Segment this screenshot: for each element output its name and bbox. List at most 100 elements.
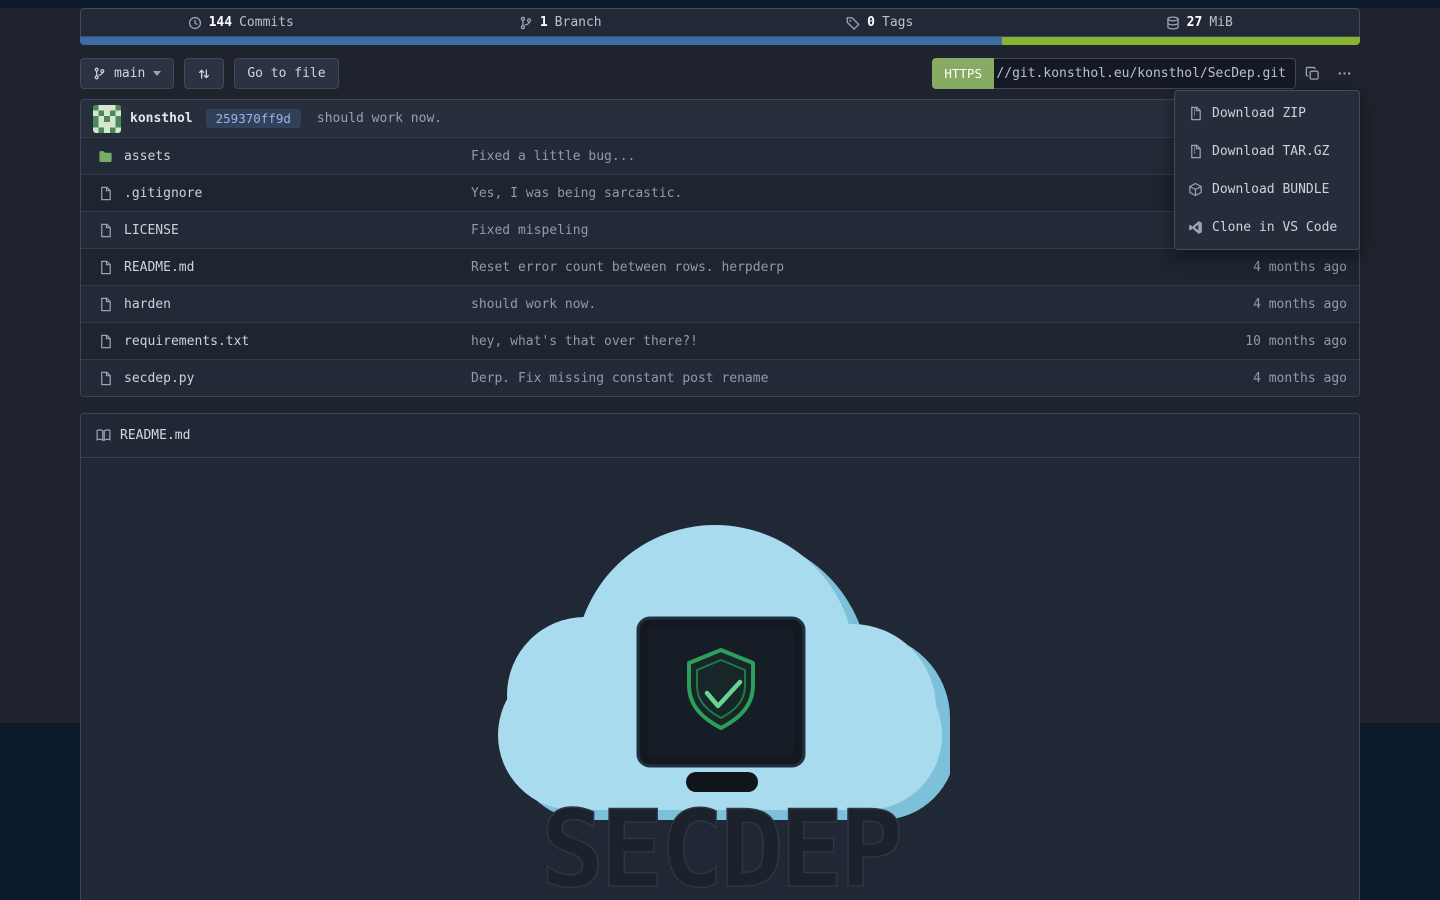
- copy-icon: [1305, 66, 1320, 81]
- bundle-icon: [1188, 182, 1203, 197]
- file-name-cell[interactable]: LICENSE: [81, 223, 471, 238]
- file-name-cell[interactable]: harden: [81, 297, 471, 312]
- download-menu: Download ZIP Download TAR.GZ Download BU…: [1174, 90, 1360, 250]
- file-commit-message[interactable]: Fixed mispeling: [471, 223, 1149, 238]
- stat-branches-label: Branch: [555, 15, 602, 30]
- repo-stats-bar: 144 Commits 1 Branch 0 Tags 27 MiB: [80, 8, 1360, 37]
- stat-size-value: 27: [1187, 15, 1203, 30]
- stat-commits[interactable]: 144 Commits: [81, 15, 401, 30]
- copy-url-button[interactable]: [1296, 58, 1328, 89]
- clone-panel: HTTPS https://git.konsthol.eu/konsthol/S…: [932, 58, 1360, 89]
- file-commit-message[interactable]: Fixed a little bug...: [471, 149, 1149, 164]
- menu-item-label: Clone in VS Code: [1212, 220, 1337, 235]
- stat-size-label: MiB: [1209, 15, 1232, 30]
- more-options-button[interactable]: [1328, 58, 1360, 89]
- file-name-cell[interactable]: .gitignore: [81, 186, 471, 201]
- folder-icon: [98, 149, 113, 164]
- menu-item-label: Download BUNDLE: [1212, 182, 1329, 197]
- stat-commits-value: 144: [209, 15, 232, 30]
- file-icon: [98, 223, 113, 238]
- stat-commits-label: Commits: [239, 15, 294, 30]
- clone-url-text: https://git.konsthol.eu/konsthol/SecDep.…: [994, 66, 1286, 81]
- file-name: secdep.py: [124, 371, 194, 386]
- go-to-file-button[interactable]: Go to file: [234, 58, 338, 89]
- file-table: konsthol 259370ff9d should work now. ass…: [80, 99, 1360, 397]
- menu-item-download-zip[interactable]: Download ZIP: [1175, 94, 1359, 132]
- file-commit-message[interactable]: Derp. Fix missing constant post rename: [471, 371, 1149, 386]
- file-name-cell[interactable]: README.md: [81, 260, 471, 275]
- go-to-file-label: Go to file: [247, 66, 325, 81]
- tag-icon: [846, 16, 860, 30]
- latest-commit-row: konsthol 259370ff9d should work now.: [81, 100, 1359, 137]
- repo-toolbar: main Go to file HTTPS https://git.konsth…: [80, 58, 1360, 89]
- file-name-cell[interactable]: requirements.txt: [81, 334, 471, 349]
- compare-icon: [197, 67, 211, 81]
- language-segment-secondary: [1002, 37, 1360, 45]
- https-toggle-button[interactable]: HTTPS: [932, 58, 994, 89]
- menu-item-label: Download ZIP: [1212, 106, 1306, 121]
- file-commit-message[interactable]: Reset error count between rows. herpderp: [471, 260, 1149, 275]
- commit-sha-badge[interactable]: 259370ff9d: [206, 109, 301, 128]
- vscode-icon: [1188, 220, 1203, 235]
- file-row-assets[interactable]: assets Fixed a little bug...: [81, 137, 1359, 174]
- file-row-requirements[interactable]: requirements.txt hey, what's that over t…: [81, 322, 1359, 359]
- menu-item-clone-vscode[interactable]: Clone in VS Code: [1175, 208, 1359, 246]
- secdep-logo-image: SECDEP: [490, 510, 950, 900]
- zip-file-icon: [1188, 106, 1203, 121]
- file-age: 10 months ago: [1149, 334, 1359, 349]
- file-commit-message[interactable]: hey, what's that over there?!: [471, 334, 1149, 349]
- file-row-gitignore[interactable]: .gitignore Yes, I was being sarcastic.: [81, 174, 1359, 211]
- file-name: assets: [124, 149, 171, 164]
- avatar[interactable]: [93, 105, 121, 133]
- https-toggle-label: HTTPS: [944, 66, 982, 81]
- stat-branches[interactable]: 1 Branch: [401, 15, 721, 30]
- commit-message[interactable]: should work now.: [317, 111, 442, 126]
- stat-tags-value: 0: [867, 15, 875, 30]
- stat-tags[interactable]: 0 Tags: [720, 15, 1040, 30]
- file-name-cell[interactable]: secdep.py: [81, 371, 471, 386]
- menu-item-download-bundle[interactable]: Download BUNDLE: [1175, 170, 1359, 208]
- compare-button[interactable]: [184, 58, 224, 89]
- branch-selector-label: main: [114, 66, 145, 81]
- repo-page: 144 Commits 1 Branch 0 Tags 27 MiB main: [80, 8, 1360, 900]
- file-icon: [98, 371, 113, 386]
- readme-panel: README.md: [80, 413, 1360, 900]
- history-icon: [188, 16, 202, 30]
- clone-url-field[interactable]: https://git.konsthol.eu/konsthol/SecDep.…: [994, 58, 1296, 89]
- stat-branches-value: 1: [540, 15, 548, 30]
- book-icon: [96, 428, 111, 443]
- file-row-license[interactable]: LICENSE Fixed mispeling: [81, 211, 1359, 248]
- file-name: LICENSE: [124, 223, 179, 238]
- readme-content: SECDEP: [81, 458, 1359, 900]
- menu-item-download-targz[interactable]: Download TAR.GZ: [1175, 132, 1359, 170]
- branch-icon: [93, 67, 106, 80]
- file-name: README.md: [124, 260, 194, 275]
- branch-selector[interactable]: main: [80, 58, 174, 89]
- file-row-readme[interactable]: README.md Reset error count between rows…: [81, 248, 1359, 285]
- language-segment-primary: [80, 37, 1002, 45]
- stat-size[interactable]: 27 MiB: [1040, 15, 1360, 30]
- file-icon: [98, 260, 113, 275]
- database-icon: [1166, 16, 1180, 30]
- chevron-down-icon: [153, 71, 161, 76]
- file-commit-message[interactable]: Yes, I was being sarcastic.: [471, 186, 1149, 201]
- file-icon: [98, 297, 113, 312]
- file-icon: [98, 186, 113, 201]
- language-bar[interactable]: [80, 37, 1360, 45]
- logo-wordmark: SECDEP: [541, 788, 900, 900]
- file-row-harden[interactable]: harden should work now. 4 months ago: [81, 285, 1359, 322]
- file-age: 4 months ago: [1149, 371, 1359, 386]
- file-commit-message[interactable]: should work now.: [471, 297, 1149, 312]
- readme-title: README.md: [120, 428, 190, 443]
- file-age: 4 months ago: [1149, 297, 1359, 312]
- file-age: 4 months ago: [1149, 260, 1359, 275]
- file-name: harden: [124, 297, 171, 312]
- commit-author[interactable]: konsthol: [130, 111, 193, 126]
- menu-item-label: Download TAR.GZ: [1212, 144, 1329, 159]
- file-name-cell[interactable]: assets: [81, 149, 471, 164]
- file-icon: [98, 334, 113, 349]
- ellipsis-icon: [1337, 66, 1352, 81]
- file-name: .gitignore: [124, 186, 202, 201]
- stat-tags-label: Tags: [882, 15, 913, 30]
- file-row-secdep[interactable]: secdep.py Derp. Fix missing constant pos…: [81, 359, 1359, 396]
